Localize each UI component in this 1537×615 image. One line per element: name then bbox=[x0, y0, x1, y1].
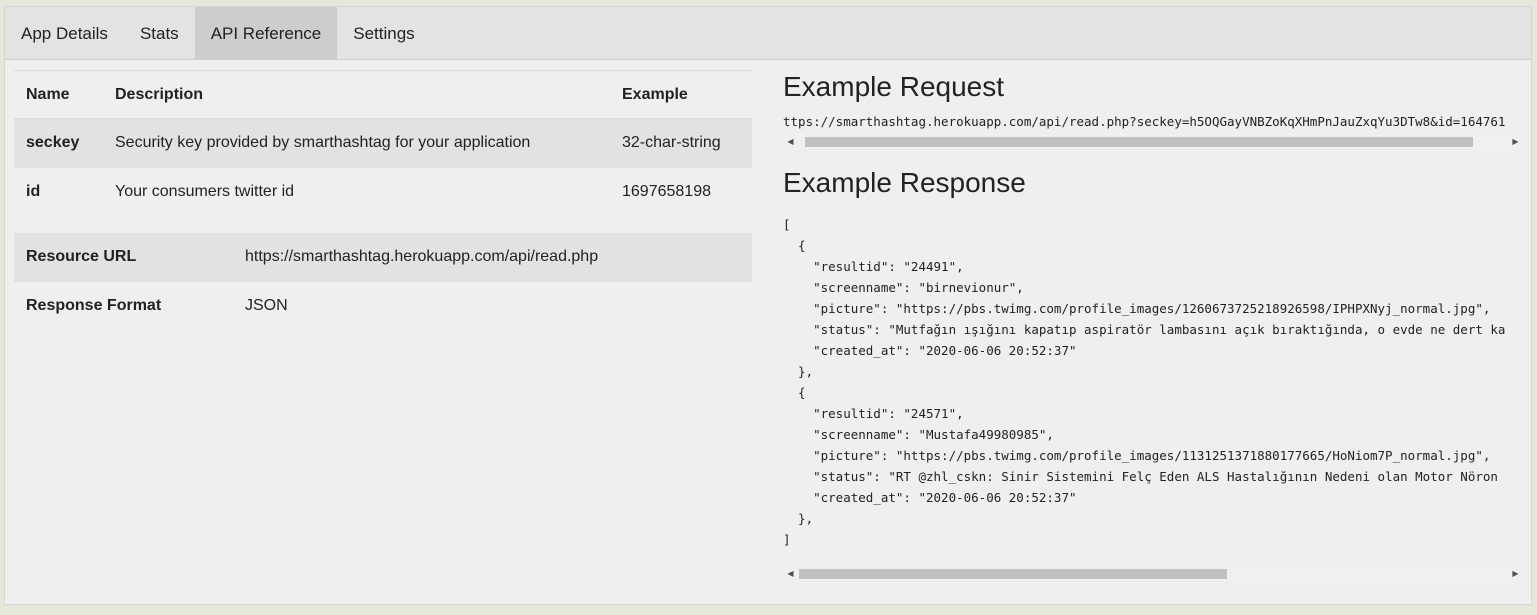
tab-app-details[interactable]: App Details bbox=[5, 7, 124, 60]
table-row: Resource URL https://smarthashtag.heroku… bbox=[14, 232, 752, 282]
example-request-url: ttps://smarthashtag.herokuapp.com/api/re… bbox=[783, 114, 1506, 129]
code-line: "screenname": "Mustafa49980985", bbox=[783, 427, 1054, 442]
code-line: { bbox=[783, 238, 806, 253]
code-line: "created_at": "2020-06-06 20:52:37" bbox=[783, 490, 1077, 505]
code-line: "resultid": "24571", bbox=[783, 406, 964, 421]
column-header-description: Description bbox=[103, 70, 610, 119]
code-line: "screenname": "birnevionur", bbox=[783, 280, 1024, 295]
response-format-label: Response Format bbox=[26, 297, 162, 314]
response-horizontal-scrollbar[interactable]: ◀ ▶ bbox=[783, 566, 1523, 581]
scroll-right-icon[interactable]: ▶ bbox=[1508, 566, 1523, 581]
code-line: "status": "RT @zhl_cskn: Sinir Sistemini… bbox=[783, 469, 1498, 484]
code-line: "status": "Mutfağın ışığını kapatıp aspi… bbox=[783, 322, 1506, 337]
scrollbar-thumb[interactable] bbox=[805, 137, 1473, 147]
code-line: }, bbox=[783, 364, 814, 379]
param-description: Your consumers twitter id bbox=[115, 183, 295, 200]
request-horizontal-scrollbar[interactable]: ◀ ▶ bbox=[783, 134, 1523, 149]
table-row: seckey Security key provided by smarthas… bbox=[14, 118, 752, 168]
param-name: seckey bbox=[14, 118, 103, 168]
parameters-table: Name Description Example seckey Security… bbox=[14, 70, 752, 217]
scroll-left-icon[interactable]: ◀ bbox=[783, 134, 798, 149]
code-line: }, bbox=[783, 511, 814, 526]
example-response-code: [ { "resultid": "24491", "screenname": "… bbox=[783, 214, 1523, 554]
scroll-right-icon[interactable]: ▶ bbox=[1508, 134, 1523, 149]
code-line: "picture": "https://pbs.twimg.com/profil… bbox=[783, 448, 1491, 463]
code-line: "picture": "https://pbs.twimg.com/profil… bbox=[783, 301, 1491, 316]
table-header-row: Name Description Example bbox=[14, 70, 752, 119]
example-request-title: Example Request bbox=[783, 71, 1005, 102]
code-line: [ bbox=[783, 217, 791, 232]
column-header-example: Example bbox=[610, 70, 752, 119]
code-line: "resultid": "24491", bbox=[783, 259, 964, 274]
example-response-title: Example Response bbox=[783, 167, 1026, 198]
scrollbar-thumb[interactable] bbox=[799, 569, 1227, 579]
code-line: { bbox=[783, 385, 806, 400]
resource-url-value: https://smarthashtag.herokuapp.com/api/r… bbox=[233, 232, 752, 282]
code-line: "created_at": "2020-06-06 20:52:37" bbox=[783, 343, 1077, 358]
tab-settings[interactable]: Settings bbox=[337, 7, 430, 60]
api-parameters-section: Name Description Example seckey Security… bbox=[14, 70, 752, 331]
param-description: Security key provided by smarthashtag fo… bbox=[103, 118, 610, 168]
column-header-name: Name bbox=[14, 70, 103, 119]
app-panel: App Details Stats API Reference Settings… bbox=[4, 6, 1532, 605]
param-example: 32-char-string bbox=[610, 118, 752, 168]
param-example: 1697658198 bbox=[622, 183, 711, 200]
code-line: ] bbox=[783, 532, 791, 547]
tab-bar: App Details Stats API Reference Settings bbox=[5, 7, 1531, 60]
resource-info-table: Resource URL https://smarthashtag.heroku… bbox=[14, 232, 752, 331]
tab-api-reference[interactable]: API Reference bbox=[194, 7, 338, 60]
resource-url-label: Resource URL bbox=[14, 232, 233, 282]
scroll-left-icon[interactable]: ◀ bbox=[783, 566, 798, 581]
param-name: id bbox=[26, 183, 41, 200]
table-row: Response Format JSON bbox=[14, 282, 752, 331]
response-format-value: JSON bbox=[245, 297, 288, 314]
table-row: id Your consumers twitter id 1697658198 bbox=[14, 168, 752, 217]
tab-stats[interactable]: Stats bbox=[124, 7, 195, 60]
